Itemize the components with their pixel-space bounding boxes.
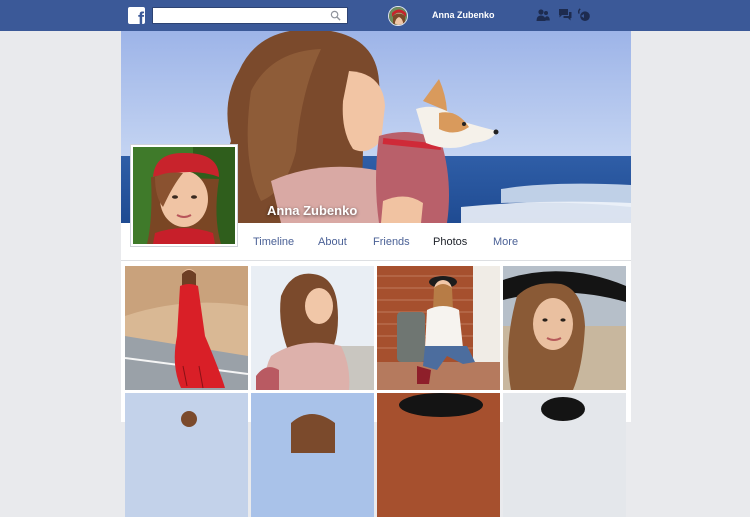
user-name[interactable]: Anna Zubenko (432, 10, 495, 20)
tab-friends[interactable]: Friends (373, 236, 410, 248)
profile-tabs: Timeline About Friends Photos More (121, 223, 631, 261)
photo-thumbnail[interactable] (125, 393, 248, 517)
profile-page: Anna Zubenko Timeline About Friends Phot… (121, 31, 631, 517)
friend-requests-icon[interactable] (536, 8, 550, 22)
photo-thumbnail[interactable] (377, 266, 500, 390)
profile-name[interactable]: Anna Zubenko (267, 203, 357, 218)
photo-thumbnail[interactable] (503, 266, 626, 390)
top-navigation-bar: f Anna Zubenko (0, 0, 750, 31)
user-avatar[interactable] (388, 6, 408, 26)
photo-thumbnail[interactable] (377, 393, 500, 517)
photos-grid (125, 266, 627, 517)
photo-thumbnail[interactable] (251, 266, 374, 390)
tab-photos[interactable]: Photos (433, 236, 467, 248)
search-box[interactable] (152, 7, 348, 26)
facebook-logo-icon[interactable]: f (128, 7, 145, 24)
notifications-icon[interactable] (577, 8, 591, 22)
photo-thumbnail[interactable] (125, 266, 248, 390)
photo-thumbnail[interactable] (251, 393, 374, 517)
search-icon[interactable] (330, 10, 341, 21)
search-input[interactable] (153, 11, 323, 26)
tab-more[interactable]: More (493, 236, 518, 248)
messages-icon[interactable] (558, 8, 572, 22)
photo-thumbnail[interactable] (503, 393, 626, 517)
tab-timeline[interactable]: Timeline (253, 236, 294, 248)
tab-about[interactable]: About (318, 236, 347, 248)
